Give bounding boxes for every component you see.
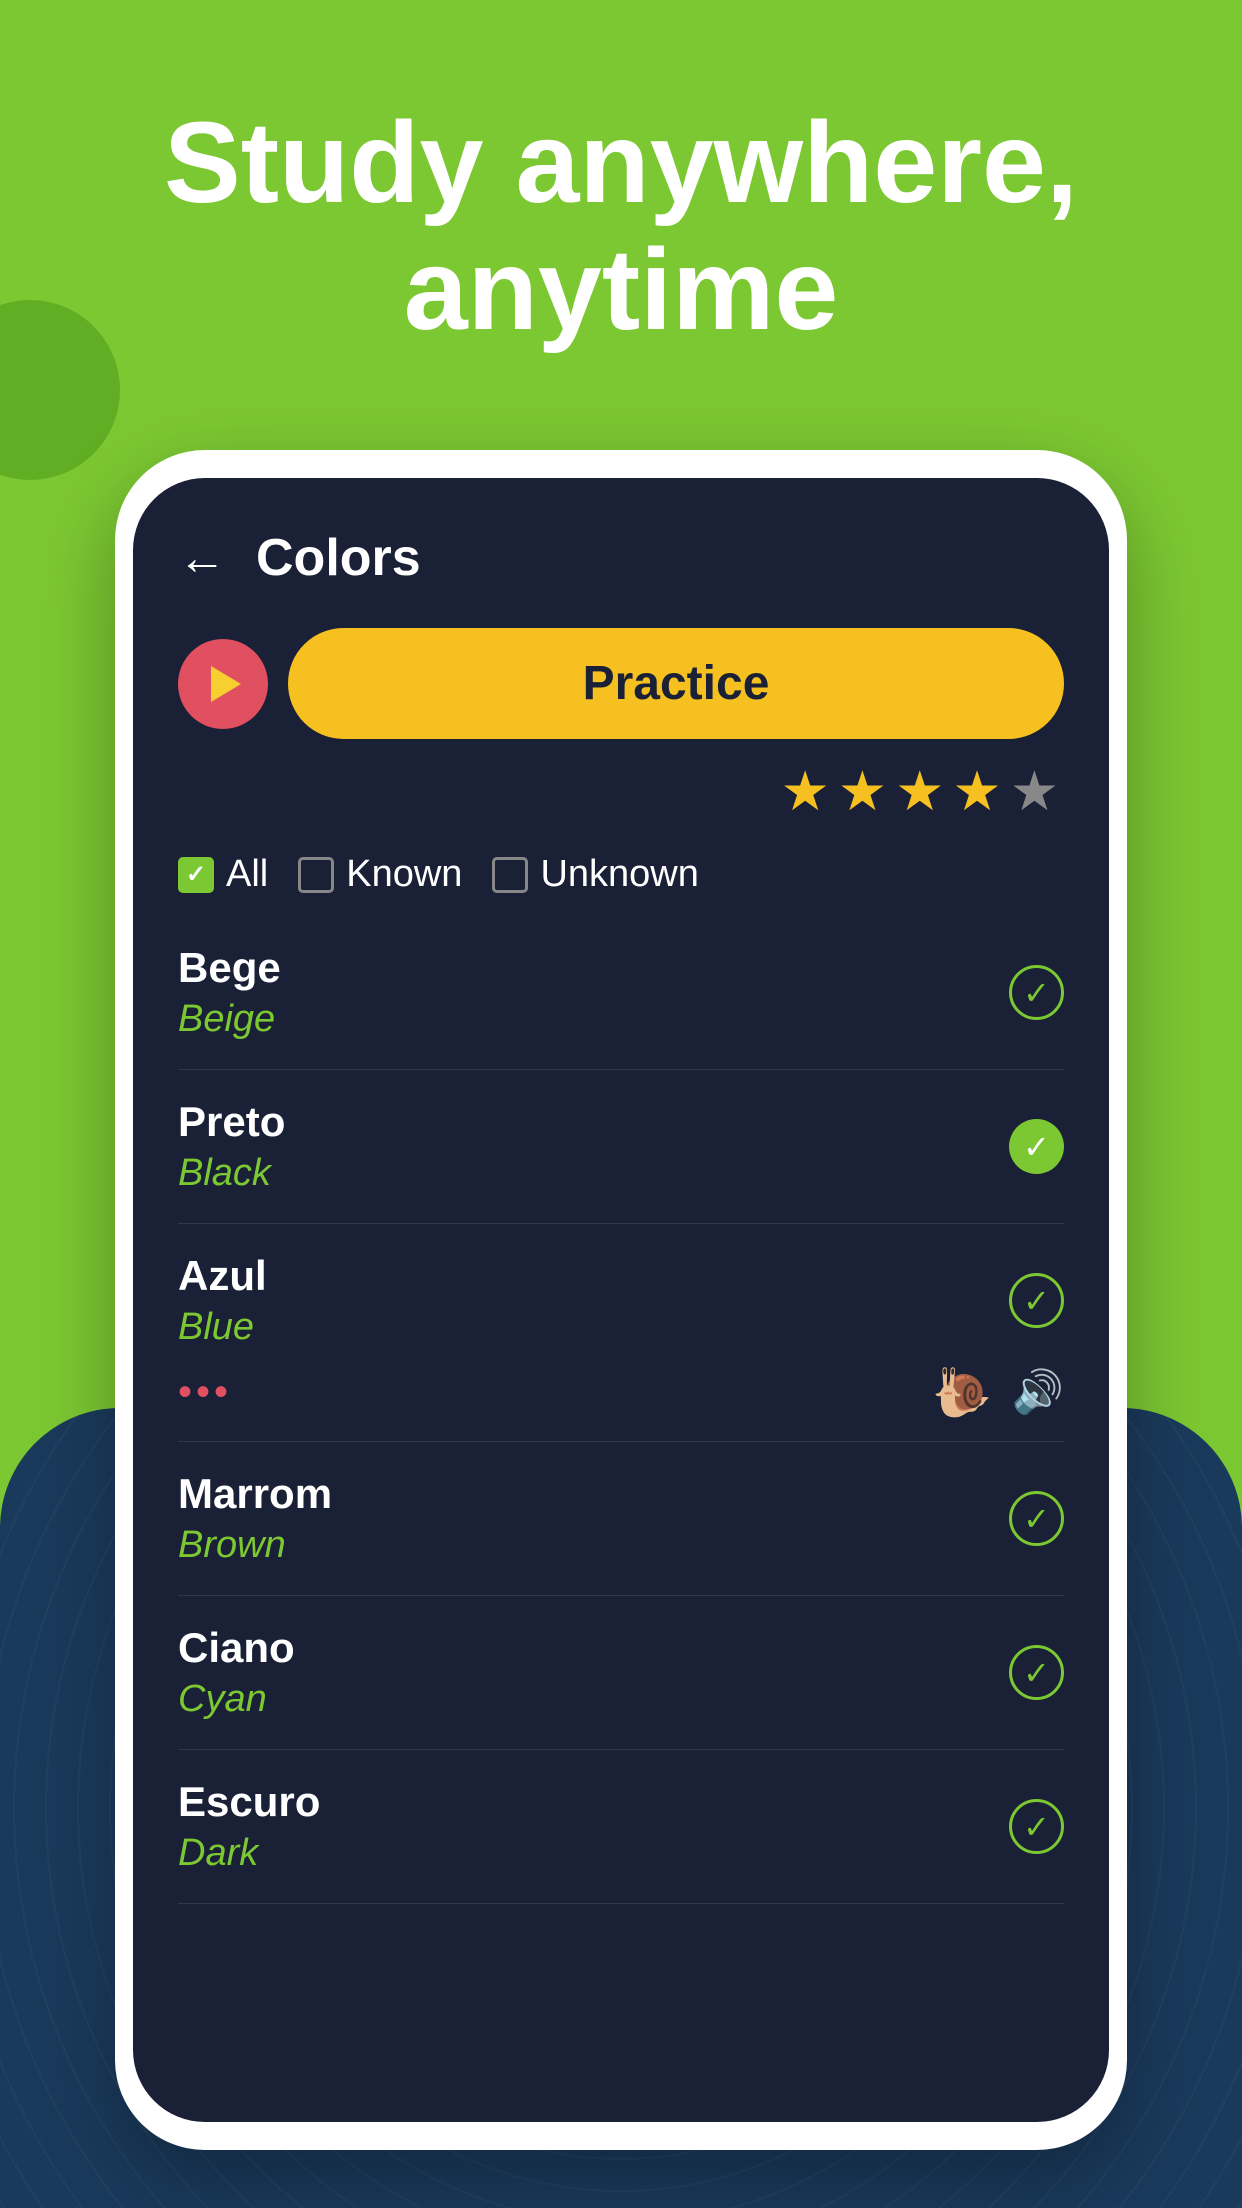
page-title: Study anywhere, anytime <box>80 100 1162 353</box>
stars-row: ★ ★ ★ ★ ★ <box>133 749 1109 841</box>
word-item-azul-bottom: ••• 🐌 🔊 <box>178 1364 1064 1441</box>
checkbox-unknown[interactable] <box>492 857 528 893</box>
back-button[interactable]: ← <box>178 531 226 586</box>
word-native-bege: Bege <box>178 944 281 992</box>
play-icon <box>211 666 241 702</box>
word-text-escuro: Escuro Dark <box>178 1778 320 1875</box>
checkbox-known[interactable] <box>298 857 334 893</box>
word-item-azul[interactable]: Azul Blue ✓ ••• 🐌 🔊 <box>178 1224 1064 1442</box>
checkbox-all[interactable]: ✓ <box>178 857 214 893</box>
filter-row: ✓ All Known Unknown <box>133 841 1109 916</box>
word-text-azul: Azul Blue <box>178 1252 267 1349</box>
phone-mockup: ← Colors Practice ★ ★ ★ ★ ★ ✓ All <box>115 450 1127 2150</box>
more-options-icon[interactable]: ••• <box>178 1370 232 1415</box>
check-circle-bege[interactable]: ✓ <box>1009 965 1064 1020</box>
word-action-icons: 🐌 🔊 <box>932 1364 1064 1421</box>
word-text-ciano: Ciano Cyan <box>178 1624 295 1721</box>
word-item-ciano[interactable]: Ciano Cyan ✓ <box>178 1596 1064 1750</box>
filter-known-label: Known <box>346 853 462 896</box>
filter-known[interactable]: Known <box>298 853 462 896</box>
word-list: Bege Beige ✓ Preto Black ✓ Azul Blue <box>133 916 1109 1904</box>
practice-row: Practice <box>133 618 1109 749</box>
word-item-preto[interactable]: Preto Black ✓ <box>178 1070 1064 1224</box>
word-item-azul-top: Azul Blue ✓ <box>178 1224 1064 1364</box>
word-text-marrom: Marrom Brown <box>178 1470 332 1567</box>
word-native-preto: Preto <box>178 1098 285 1146</box>
star-1: ★ <box>780 759 829 823</box>
word-native-ciano: Ciano <box>178 1624 295 1672</box>
check-circle-azul[interactable]: ✓ <box>1009 1273 1064 1328</box>
word-translation-preto: Black <box>178 1152 285 1195</box>
check-circle-ciano[interactable]: ✓ <box>1009 1645 1064 1700</box>
word-translation-ciano: Cyan <box>178 1678 295 1721</box>
check-circle-escuro[interactable]: ✓ <box>1009 1799 1064 1854</box>
word-translation-marrom: Brown <box>178 1524 332 1567</box>
check-circle-marrom[interactable]: ✓ <box>1009 1491 1064 1546</box>
word-item-marrom[interactable]: Marrom Brown ✓ <box>178 1442 1064 1596</box>
filter-unknown[interactable]: Unknown <box>492 853 698 896</box>
word-text-bege: Bege Beige <box>178 944 281 1041</box>
filter-all-label: All <box>226 853 268 896</box>
play-button[interactable] <box>178 639 268 729</box>
practice-button[interactable]: Practice <box>288 628 1064 739</box>
check-icon: ✓ <box>186 860 206 889</box>
word-native-azul: Azul <box>178 1252 267 1300</box>
word-native-escuro: Escuro <box>178 1778 320 1826</box>
speaker-icon[interactable]: 🔊 <box>1012 1368 1064 1417</box>
check-circle-preto[interactable]: ✓ <box>1009 1119 1064 1174</box>
word-item-escuro[interactable]: Escuro Dark ✓ <box>178 1750 1064 1904</box>
slow-audio-icon[interactable]: 🐌 <box>932 1364 992 1421</box>
word-text-preto: Preto Black <box>178 1098 285 1195</box>
word-item-bege[interactable]: Bege Beige ✓ <box>178 916 1064 1070</box>
filter-all[interactable]: ✓ All <box>178 853 268 896</box>
star-5: ★ <box>1010 759 1059 823</box>
word-translation-escuro: Dark <box>178 1832 320 1875</box>
word-translation-azul: Blue <box>178 1306 267 1349</box>
word-translation-bege: Beige <box>178 998 281 1041</box>
star-2: ★ <box>838 759 887 823</box>
filter-unknown-label: Unknown <box>540 853 698 896</box>
star-4: ★ <box>952 759 1001 823</box>
phone-screen: ← Colors Practice ★ ★ ★ ★ ★ ✓ All <box>133 478 1109 2122</box>
star-3: ★ <box>895 759 944 823</box>
app-header: ← Colors <box>133 478 1109 618</box>
word-native-marrom: Marrom <box>178 1470 332 1518</box>
screen-title: Colors <box>256 528 421 588</box>
